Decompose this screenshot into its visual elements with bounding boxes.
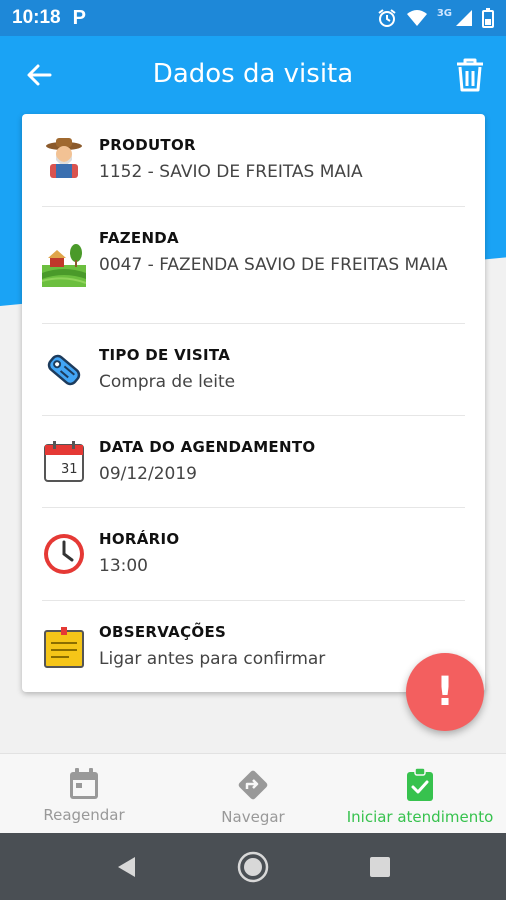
- app-bar: Dados da visita: [0, 36, 506, 112]
- system-navigation-bar: [0, 833, 506, 900]
- bottom-navigation: Reagendar Navegar Iniciar atendimento: [0, 753, 506, 833]
- producer-value: 1152 - SAVIO DE FREITAS MAIA: [99, 162, 363, 182]
- system-home-button[interactable]: [237, 851, 269, 883]
- time-value: 13:00: [99, 556, 148, 576]
- circle-home-icon: [237, 851, 269, 883]
- status-time: 10:18: [12, 7, 61, 28]
- status-bar: 10:18 P 3G: [0, 0, 506, 36]
- farm-icon: [42, 244, 86, 287]
- trash-icon: [457, 58, 483, 92]
- farm-text: FAZENDA 0047 - FAZENDA SAVIO DE FREITAS …: [99, 229, 469, 278]
- tag-icon: [47, 354, 81, 386]
- producer-text: PRODUTOR 1152 - SAVIO DE FREITAS MAIA: [99, 136, 469, 185]
- farm-label: FAZENDA: [99, 229, 179, 247]
- navigate-label: Navegar: [221, 808, 285, 826]
- wifi-icon: [406, 10, 427, 26]
- clipboard-check-icon: [407, 768, 433, 801]
- reschedule-label: Reagendar: [43, 806, 125, 824]
- page-title: Dados da visita: [152, 59, 354, 89]
- visit-details-card: PRODUTOR 1152 - SAVIO DE FREITAS MAIA FA…: [22, 114, 485, 692]
- visit-type-row: TIPO DE VISITA Compra de leite: [22, 324, 485, 416]
- reschedule-button[interactable]: Reagendar: [18, 754, 150, 834]
- visit-type-text: TIPO DE VISITA Compra de leite: [99, 346, 469, 395]
- visit-type-label: TIPO DE VISITA: [99, 346, 231, 364]
- notes-text: OBSERVAÇÕES Ligar antes para confirmar: [99, 623, 469, 672]
- clock-icon: [44, 534, 84, 574]
- schedule-date-row: 31 DATA DO AGENDAMENTO 09/12/2019: [22, 416, 485, 508]
- note-icon: [44, 627, 84, 668]
- start-service-button[interactable]: Iniciar atendimento: [334, 754, 506, 834]
- square-recents-icon: [370, 857, 390, 877]
- farmer-icon: [46, 138, 82, 178]
- navigate-button[interactable]: Navegar: [190, 754, 316, 834]
- schedule-date-value: 09/12/2019: [99, 464, 197, 484]
- arrow-left-icon: [27, 64, 52, 86]
- schedule-date-label: DATA DO AGENDAMENTO: [99, 438, 316, 456]
- notes-label: OBSERVAÇÕES: [99, 623, 227, 641]
- system-back-button[interactable]: [110, 851, 142, 883]
- farm-row: FAZENDA 0047 - FAZENDA SAVIO DE FREITAS …: [22, 207, 485, 323]
- triangle-back-icon: [118, 857, 135, 877]
- producer-label: PRODUTOR: [99, 136, 196, 154]
- alert-fab-button[interactable]: !: [406, 653, 484, 731]
- farm-value: 0047 - FAZENDA SAVIO DE FREITAS MAIA: [99, 255, 448, 275]
- status-icons: 3G: [377, 8, 494, 28]
- schedule-date-text: DATA DO AGENDAMENTO 09/12/2019: [99, 438, 469, 487]
- time-label: HORÁRIO: [99, 530, 180, 548]
- directions-icon: [238, 770, 268, 800]
- back-button[interactable]: [22, 58, 56, 92]
- time-text: HORÁRIO 13:00: [99, 530, 469, 579]
- battery-icon: [482, 8, 494, 28]
- visit-type-value: Compra de leite: [99, 372, 236, 392]
- calendar-day: 31: [61, 462, 78, 477]
- alarm-icon: [378, 9, 396, 27]
- time-row: HORÁRIO 13:00: [22, 508, 485, 600]
- network-type: 3G: [436, 7, 452, 19]
- calendar-icon: 31: [44, 441, 84, 482]
- system-recents-button[interactable]: [364, 851, 396, 883]
- delete-button[interactable]: [450, 54, 490, 96]
- exclamation-icon: !: [435, 669, 455, 715]
- signal-icon: [456, 10, 472, 26]
- calendar-icon: [70, 768, 98, 799]
- producer-row: PRODUTOR 1152 - SAVIO DE FREITAS MAIA: [22, 114, 485, 206]
- app-notification-icon: P: [72, 6, 86, 29]
- start-service-label: Iniciar atendimento: [346, 808, 494, 826]
